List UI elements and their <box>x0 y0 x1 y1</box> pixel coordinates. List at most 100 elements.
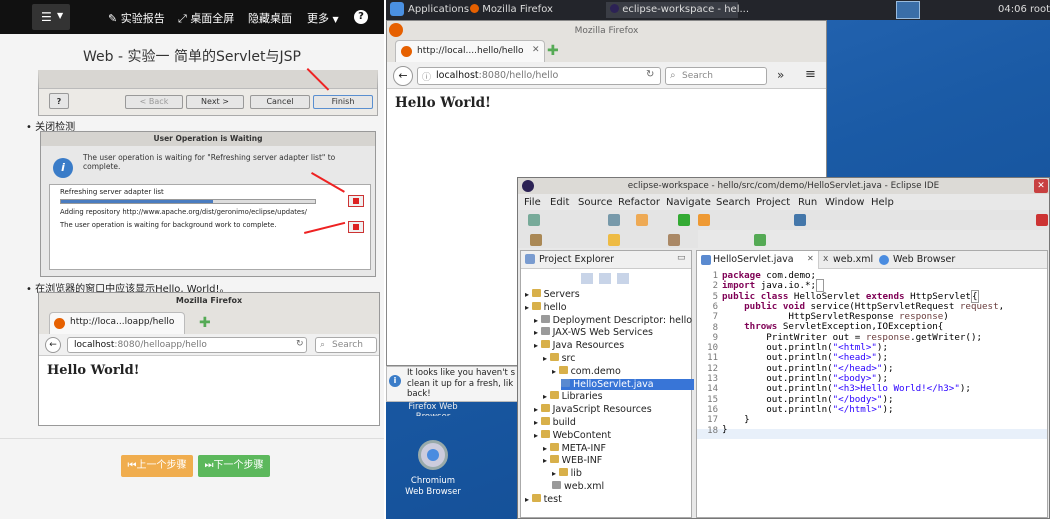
tab-webxml[interactable]: x web.xml <box>823 251 885 269</box>
browser-tab[interactable]: http://local....hello/hello ✕ <box>395 40 545 62</box>
nav-forward-icon[interactable] <box>754 234 766 246</box>
fullscreen-button[interactable]: ⤢ 桌面全屏 <box>178 10 234 26</box>
desktop-icon-firefox[interactable]: Firefox Web Browser <box>400 402 466 416</box>
collapse-icon[interactable] <box>581 273 593 284</box>
chromium-icon[interactable] <box>418 440 448 470</box>
menu-navigate[interactable]: Navigate <box>666 197 711 208</box>
expand-arrow-icon[interactable]: ▸ <box>525 495 532 504</box>
wizard-next-button[interactable]: Next > <box>186 95 244 109</box>
close-icon[interactable]: ✕ <box>807 254 814 263</box>
search-field[interactable]: ⌕ Search <box>315 337 377 353</box>
expand-arrow-icon[interactable]: ▸ <box>543 456 550 465</box>
url-bar[interactable]: ⓘ localhost:8080/hello/hello ↻ <box>417 67 661 85</box>
menu-project[interactable]: Project <box>756 197 790 208</box>
wizard-cancel-button[interactable]: Cancel <box>250 95 310 109</box>
code-area[interactable]: package com.demo; import java.io.*; publ… <box>722 270 1004 436</box>
close-window-icon[interactable]: ✕ <box>1034 179 1048 193</box>
debug-icon[interactable] <box>636 214 648 226</box>
taskbar-eclipse[interactable]: eclipse-workspace - hel... <box>606 2 749 18</box>
package-icon[interactable] <box>530 234 542 246</box>
annotation-icon[interactable] <box>608 234 620 246</box>
notification[interactable]: i It looks like you haven't s clean it u… <box>386 366 518 402</box>
reload-icon[interactable]: ↻ <box>646 69 654 80</box>
expand-arrow-icon[interactable]: ▸ <box>534 431 541 440</box>
tree-item[interactable]: ▸ Java Resources <box>534 340 624 351</box>
new-icon[interactable] <box>528 214 540 226</box>
report-button[interactable]: ✎ 实验报告 <box>108 10 165 26</box>
tree-item[interactable]: ▸ JavaScript Resources <box>534 404 652 415</box>
filter-icon[interactable] <box>617 273 629 284</box>
hamburger-menu-icon[interactable]: ≡ <box>805 67 816 82</box>
expand-arrow-icon[interactable]: ▸ <box>543 444 550 453</box>
play-icon[interactable] <box>678 214 690 226</box>
expand-arrow-icon[interactable]: ▸ <box>552 367 559 376</box>
expand-arrow-icon[interactable]: ▸ <box>543 354 550 363</box>
new-tab-icon[interactable]: ✚ <box>547 43 559 59</box>
nav-back-icon[interactable] <box>668 234 680 246</box>
menu-file[interactable]: File <box>524 197 541 208</box>
url-bar[interactable]: localhost:8080/helloapp/hello ↻ <box>67 337 307 353</box>
menu-search[interactable]: Search <box>716 197 750 208</box>
stop-button[interactable] <box>348 195 364 207</box>
browser-tab[interactable]: http://loca...loapp/hello <box>49 312 185 334</box>
tree-item[interactable]: ▸ WEB-INF <box>543 455 602 466</box>
menu-source[interactable]: Source <box>578 197 612 208</box>
tree-item[interactable]: ▸ build <box>534 417 576 428</box>
menu-run[interactable]: Run <box>798 197 817 208</box>
tree-item[interactable]: HelloServlet.java <box>561 378 694 390</box>
new-tab-icon[interactable]: ✚ <box>199 315 211 331</box>
menu-refactor[interactable]: Refactor <box>618 197 660 208</box>
expand-arrow-icon[interactable]: ▸ <box>534 328 541 337</box>
tree-item[interactable]: ▸ META-INF <box>543 442 606 454</box>
menu-button[interactable]: ☰ ▼ <box>32 4 70 30</box>
taskbar-firefox[interactable]: Mozilla Firefox <box>470 2 553 18</box>
menu-edit[interactable]: Edit <box>550 197 569 208</box>
hide-desktop-button[interactable]: 隐藏桌面 <box>248 10 292 26</box>
expand-arrow-icon[interactable]: ▸ <box>534 341 541 350</box>
tree-item[interactable]: ▸ test <box>525 493 562 505</box>
menu-help[interactable]: Help <box>871 197 894 208</box>
desktop-icon-chromium[interactable]: Chromium Web Browser <box>400 476 466 497</box>
expand-arrow-icon[interactable]: ▸ <box>534 405 541 414</box>
wizard-help-button[interactable]: ? <box>49 93 69 109</box>
run-icon[interactable] <box>608 214 620 226</box>
expand-arrow-icon[interactable]: ▸ <box>525 303 532 312</box>
link-icon[interactable] <box>599 273 611 284</box>
expand-arrow-icon[interactable]: ▸ <box>543 392 550 401</box>
tab-helloservlet[interactable]: HelloServlet.java ✕ <box>697 251 819 269</box>
close-icon[interactable]: ✕ <box>532 45 540 55</box>
overflow-icon[interactable]: » <box>777 68 784 82</box>
wizard-back-button[interactable]: < Back <box>125 95 183 109</box>
workspace-switcher[interactable] <box>896 1 920 19</box>
wizard-finish-button[interactable]: Finish <box>313 95 373 109</box>
next-step-button[interactable]: ⏭下一个步骤 <box>198 455 270 477</box>
tree-item[interactable]: ▸ WebContent <box>534 429 611 441</box>
tree-item[interactable]: ▸ lib <box>552 468 582 479</box>
tree-item[interactable]: ▸ src <box>543 353 575 364</box>
back-icon[interactable]: ← <box>45 337 61 353</box>
server-icon[interactable] <box>794 214 806 226</box>
more-button[interactable]: 更多 ▼ <box>307 10 339 26</box>
tree-item[interactable]: ▸ com.demo <box>552 365 621 377</box>
tab-webbrowser[interactable]: Web Browser <box>879 251 969 269</box>
expand-arrow-icon[interactable]: ▸ <box>534 316 541 325</box>
expand-arrow-icon[interactable]: ▸ <box>525 290 532 299</box>
reload-icon[interactable]: ↻ <box>296 339 304 349</box>
tree-item[interactable]: web.xml <box>552 481 604 492</box>
expand-arrow-icon[interactable]: ▸ <box>552 469 559 478</box>
prev-step-button[interactable]: ⏮上一个步骤 <box>121 455 193 477</box>
menu-window[interactable]: Window <box>825 197 864 208</box>
applications-menu[interactable]: Applications <box>408 2 469 18</box>
search-field[interactable]: ⌕ Search <box>665 67 767 85</box>
tree-item[interactable]: ▸ Deployment Descriptor: hello <box>534 314 692 326</box>
tree-item[interactable]: ▸ JAX-WS Web Services <box>534 327 653 338</box>
back-icon[interactable]: ← <box>393 66 413 86</box>
expand-arrow-icon[interactable]: ▸ <box>534 418 541 427</box>
help-button[interactable]: ? <box>354 10 368 24</box>
tree-item[interactable]: ▸ hello <box>525 301 567 313</box>
tree-item[interactable]: ▸ Servers <box>525 289 580 300</box>
tree-item[interactable]: ▸ Libraries <box>543 391 603 402</box>
minimize-icon[interactable]: ▭ <box>677 253 686 263</box>
stop-icon[interactable] <box>1036 214 1048 226</box>
build-icon[interactable] <box>698 214 710 226</box>
